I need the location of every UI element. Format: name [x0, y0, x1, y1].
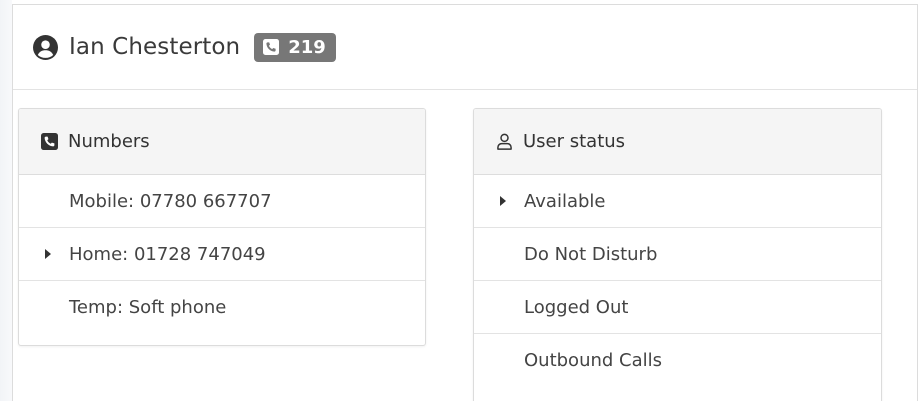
page: Ian Chesterton 219 Numbers Mobile: 07780… [0, 0, 921, 401]
status-item-label: Logged Out [524, 296, 629, 318]
number-item-label: Mobile: 07780 667707 [69, 190, 272, 212]
left-edge-shade [0, 0, 12, 401]
numbers-panel-heading: Numbers [19, 109, 425, 175]
number-item-home[interactable]: Home: 01728 747049 [19, 228, 425, 281]
user-circle-icon [33, 34, 58, 60]
user-status-panel: User status Available Do Not Disturb Log… [473, 108, 882, 401]
status-item-outbound-calls[interactable]: Outbound Calls [474, 334, 881, 387]
phone-square-icon [263, 39, 280, 55]
status-item-label: Do Not Disturb [524, 243, 658, 265]
number-item-temp[interactable]: Temp: Soft phone [19, 281, 425, 334]
status-item-label: Outbound Calls [524, 350, 663, 371]
caret-right-icon [45, 249, 51, 259]
user-status-panel-title: User status [523, 131, 626, 152]
number-item-label: Home: 01728 747049 [69, 243, 266, 265]
numbers-panel: Numbers Mobile: 07780 667707 Home: 01728… [18, 108, 426, 346]
number-item-mobile[interactable]: Mobile: 07780 667707 [19, 175, 425, 228]
user-status-panel-heading: User status [474, 109, 881, 175]
extension-badge: 219 [254, 32, 336, 62]
phone-square-icon [41, 133, 58, 150]
user-name: Ian Chesterton [69, 34, 241, 60]
status-item-do-not-disturb[interactable]: Do Not Disturb [474, 228, 881, 281]
extension-number: 219 [288, 36, 326, 58]
number-item-label: Temp: Soft phone [69, 297, 227, 318]
user-outline-icon [496, 133, 513, 150]
status-item-logged-out[interactable]: Logged Out [474, 281, 881, 334]
numbers-panel-title: Numbers [68, 131, 150, 152]
status-item-available[interactable]: Available [474, 175, 881, 228]
status-item-label: Available [524, 190, 606, 212]
caret-right-icon [500, 196, 506, 206]
user-header: Ian Chesterton 219 [13, 5, 917, 90]
